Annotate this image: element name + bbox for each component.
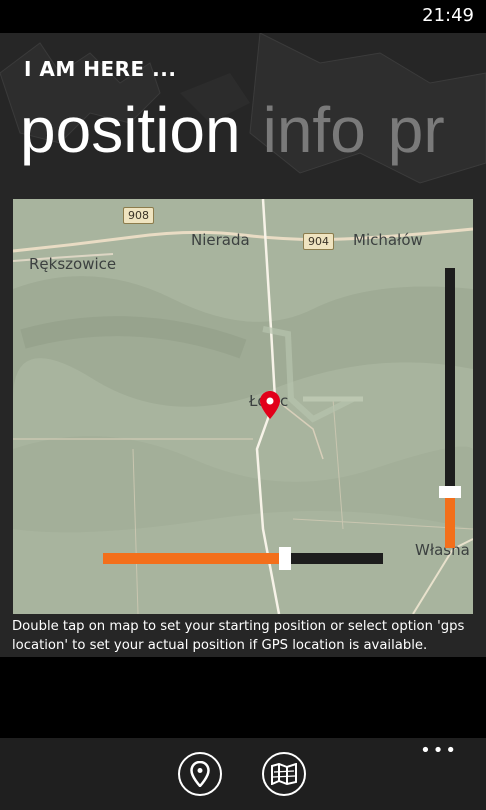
status-bar: 21:49 [0, 0, 486, 33]
map-icon [271, 763, 297, 785]
pivot-item-next[interactable]: pr [388, 94, 445, 166]
zoom-slider-fill [445, 492, 455, 548]
clock: 21:49 [422, 5, 474, 26]
location-marker-icon[interactable] [260, 391, 280, 419]
map-label-michalow: Michałów [353, 231, 423, 249]
zoom-slider-thumb[interactable] [439, 486, 461, 498]
location-pin-icon [190, 761, 210, 787]
app-title: I AM HERE ... [24, 57, 177, 81]
application-bar: ••• [0, 738, 486, 810]
map-mode-button[interactable] [262, 752, 306, 796]
map-label-nierada: Nierada [191, 231, 250, 249]
more-options-button[interactable]: ••• [420, 740, 458, 761]
position-slider-fill [103, 553, 285, 564]
map-view[interactable]: 908 Nierada 904 Michałów Rększowice Łoje… [13, 199, 473, 614]
zoom-slider[interactable] [439, 268, 461, 548]
pivot-item-position[interactable]: position [20, 94, 241, 166]
map-label-wlasna: Własna [415, 541, 470, 559]
road-sign-908: 908 [123, 207, 154, 224]
position-slider-thumb[interactable] [279, 547, 291, 570]
map-label-rekszowice: Rększowice [29, 255, 117, 273]
pivot-item-info[interactable]: info [263, 94, 366, 166]
road-sign-904: 904 [303, 233, 334, 250]
instruction-text: Double tap on map to set your starting p… [12, 619, 465, 653]
position-slider[interactable] [103, 547, 383, 570]
pivot-header: position info pr [20, 90, 467, 170]
gps-location-button[interactable] [178, 752, 222, 796]
